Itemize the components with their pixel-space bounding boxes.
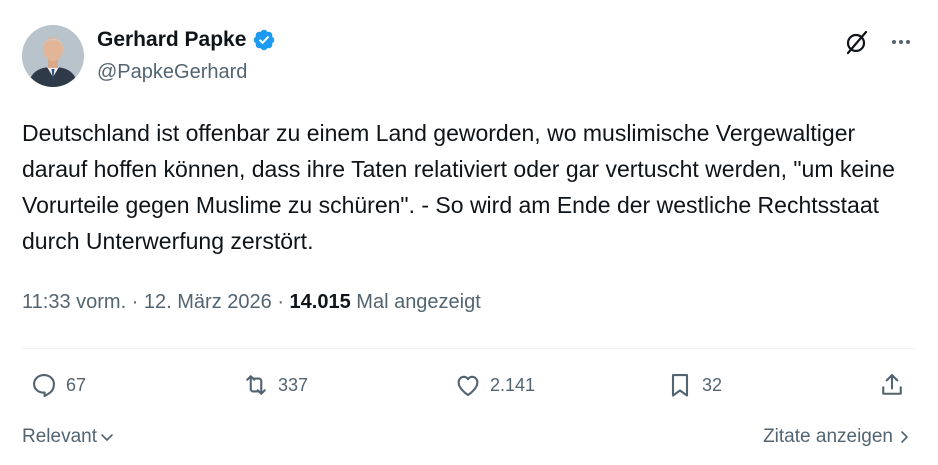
tweet-date[interactable]: 12. März 2026 <box>144 291 272 313</box>
tweet-text: Deutschland ist offenbar zu einem Land g… <box>22 120 895 254</box>
chevron-right-icon <box>901 431 908 443</box>
author-handle[interactable]: @PapkeGerhard <box>97 61 247 84</box>
like-button[interactable]: 2.141 <box>454 371 535 399</box>
view-count: 14.015 <box>289 291 351 313</box>
meta-separator: · <box>126 291 144 313</box>
more-icon <box>892 40 910 44</box>
bookmark-icon <box>671 374 689 397</box>
chevron-down-icon <box>101 434 113 441</box>
sort-dropdown[interactable]: Relevant <box>22 426 115 448</box>
repost-icon <box>246 375 266 395</box>
avatar-image <box>22 25 84 87</box>
author-name[interactable]: Gerhard Papke <box>97 28 246 52</box>
bookmark-button[interactable]: 32 <box>666 371 722 399</box>
avatar[interactable] <box>22 25 84 87</box>
like-count: 2.141 <box>490 374 536 395</box>
meta-separator: · <box>271 291 290 313</box>
bookmark-count: 32 <box>702 374 723 395</box>
reply-icon <box>33 374 55 398</box>
sort-label: Relevant <box>22 426 97 447</box>
reply-count: 67 <box>66 374 87 395</box>
share-button[interactable] <box>878 371 906 399</box>
repost-button[interactable]: 337 <box>242 371 308 399</box>
reply-button[interactable]: 67 <box>30 371 86 399</box>
verified-badge-icon <box>252 28 276 52</box>
view-quotes-link[interactable]: Zitate anzeigen <box>763 426 911 448</box>
grok-button[interactable] <box>842 27 872 57</box>
more-button[interactable] <box>886 27 916 57</box>
author-name-row[interactable]: Gerhard Papke <box>97 28 276 52</box>
grok-icon <box>846 30 868 55</box>
share-icon <box>882 374 902 395</box>
like-icon <box>457 375 479 396</box>
views-label: Mal angezeigt <box>356 291 481 313</box>
divider <box>22 348 916 349</box>
tweet-time[interactable]: 11:33 vorm. <box>22 291 126 313</box>
view-quotes-label: Zitate anzeigen <box>763 426 893 447</box>
repost-count: 337 <box>278 374 309 395</box>
tweet-meta: 11:33 vorm. · 12. März 2026 · 14.015 Mal… <box>22 291 481 314</box>
